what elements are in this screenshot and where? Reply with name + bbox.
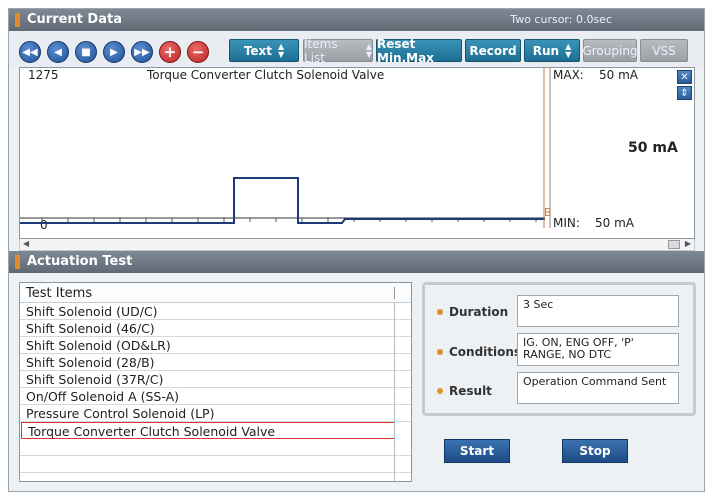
text-mode-label: Text [243, 43, 273, 58]
max-label: MAX: [553, 68, 584, 82]
list-column-divider [394, 303, 395, 481]
current-data-title: Current Data [27, 12, 122, 27]
test-item-row[interactable]: Pressure Control Solenoid (LP) [20, 405, 411, 422]
test-item-row[interactable]: Shift Solenoid (UD/C) [20, 303, 411, 320]
run-mode-label: Run [532, 43, 560, 58]
reset-min-max-button[interactable]: Reset Min.Max [376, 37, 462, 65]
actuation-test-title: Actuation Test [27, 254, 133, 269]
test-items-header: Test Items [20, 283, 411, 303]
scroll-right-icon[interactable]: ▶ [685, 239, 691, 248]
grouping-button[interactable]: Grouping [582, 39, 638, 62]
current-data-header: Current Data Two cursor: 0.0sec [9, 9, 704, 31]
min-label: MIN: [553, 216, 580, 230]
conditions-value: IG. ON, ENG OFF, 'P' RANGE, NO DTC [517, 333, 679, 366]
grip-icon [15, 255, 20, 269]
scan-tool-window: Current Data Two cursor: 0.0sec ◀◀ ◀ ■ ▶… [8, 8, 705, 492]
items-list-select[interactable]: Items List ▲ ▼ [303, 36, 373, 65]
rewind-icon[interactable]: ◀◀ [19, 41, 41, 63]
test-items-rows: Shift Solenoid (UD/C) Shift Solenoid (46/… [20, 303, 411, 473]
two-cursor-readout: Two cursor: 0.0sec [510, 13, 612, 26]
bullet-icon [437, 388, 443, 394]
zoom-in-icon[interactable]: + [159, 41, 181, 63]
duration-label: Duration [437, 305, 508, 319]
scroll-thumb[interactable] [668, 240, 680, 249]
waveform-line [20, 177, 545, 224]
stop-icon[interactable]: ■ [75, 41, 97, 63]
test-item-row[interactable]: Shift Solenoid (28/B) [20, 354, 411, 371]
close-icon[interactable]: ✕ [677, 70, 692, 84]
fast-forward-icon[interactable]: ▶▶ [131, 41, 153, 63]
bullet-icon [437, 309, 443, 315]
signal-graph: 1275 Torque Converter Clutch Solenoid Va… [19, 67, 695, 239]
result-value: Operation Command Sent [517, 372, 679, 404]
spinner-icon: ▲ ▼ [278, 41, 285, 59]
result-label: Result [437, 384, 492, 398]
record-button[interactable]: Record [465, 39, 521, 62]
graph-scrollbar[interactable]: ◀ ▶ [19, 239, 695, 251]
test-items-list: Test Items Shift Solenoid (UD/C) Shift So… [19, 282, 412, 482]
test-item-row[interactable]: Shift Solenoid (37R/C) [20, 371, 411, 388]
test-item-row[interactable]: Torque Converter Clutch Solenoid Valve [21, 422, 395, 439]
test-item-row[interactable] [20, 439, 411, 456]
graph-toolbar: ◀◀ ◀ ■ ▶ ▶▶ + − Text ▲ ▼ Items List ▲ ▼ Re… [9, 31, 704, 67]
test-item-row[interactable] [20, 456, 411, 473]
current-value: 50 mA [628, 140, 678, 156]
bullet-icon [437, 349, 443, 355]
previous-icon[interactable]: ◀ [47, 41, 69, 63]
run-mode-select[interactable]: Run ▲ ▼ [524, 39, 580, 62]
test-item-row[interactable]: On/Off Solenoid A (SS-A) [20, 388, 411, 405]
zoom-out-icon[interactable]: − [187, 41, 209, 63]
scroll-left-icon[interactable]: ◀ [23, 239, 29, 248]
conditions-label: Conditions [437, 345, 521, 359]
test-item-row[interactable]: Shift Solenoid (OD&LR) [20, 337, 411, 354]
min-value: 50 mA [595, 216, 634, 230]
test-info-panel: Duration 3 Sec Conditions IG. ON, ENG OF… [422, 282, 696, 416]
test-item-row[interactable]: Shift Solenoid (46/C) [20, 320, 411, 337]
cursor-b-label: B [544, 206, 552, 219]
play-icon[interactable]: ▶ [103, 41, 125, 63]
vss-button[interactable]: VSS [640, 39, 688, 62]
start-button[interactable]: Start [444, 439, 510, 463]
items-list-label: Items List [304, 36, 338, 65]
expand-icon[interactable]: ⇕ [677, 86, 692, 100]
duration-value: 3 Sec [517, 295, 679, 327]
spinner-icon: ▲ ▼ [365, 41, 372, 59]
grip-icon [15, 13, 20, 27]
text-mode-select[interactable]: Text ▲ ▼ [229, 39, 299, 62]
actuation-test-header: Actuation Test [9, 251, 704, 273]
waveform-plot [20, 68, 551, 228]
stop-button[interactable]: Stop [562, 439, 628, 463]
max-value: 50 mA [599, 68, 638, 82]
spinner-icon: ▲ ▼ [565, 41, 572, 59]
